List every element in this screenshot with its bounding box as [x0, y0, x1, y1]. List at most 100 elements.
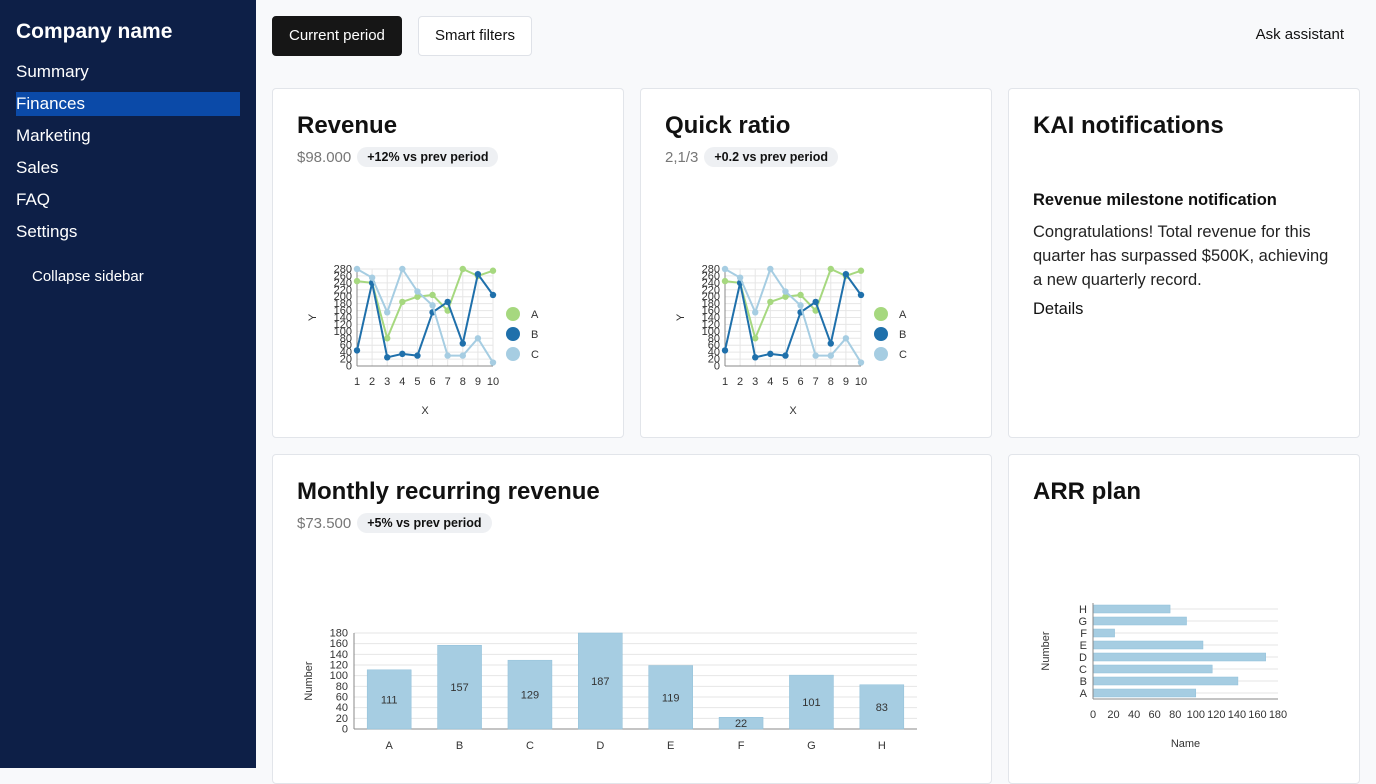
notifications-title: KAI notifications [1033, 112, 1224, 139]
revenue-line-chart: 0204060801001201401601802002202402602801… [307, 264, 539, 418]
sidebar-item-summary[interactable]: Summary [16, 60, 240, 84]
data-point-b [812, 298, 819, 306]
revenue-metric: $98.000 +12% vs prev period [297, 147, 599, 167]
bar-value-label: 119 [662, 692, 680, 704]
legend-label: B [531, 329, 538, 341]
x-tick-label: 60 [1149, 709, 1161, 721]
y-tick-label: 280 [702, 264, 720, 276]
quick-ratio-card: Quick ratio 2,1/3 +0.2 vs prev period 02… [640, 88, 992, 438]
x-tick-label: A [386, 740, 394, 752]
y-tick-label: 120 [330, 660, 348, 672]
x-tick-label: 7 [813, 376, 819, 388]
legend-marker-c [506, 347, 520, 361]
data-point-a [489, 267, 497, 274]
sidebar-item-marketing[interactable]: Marketing [16, 124, 240, 148]
x-tick-label: G [807, 740, 816, 752]
legend-label: C [531, 349, 539, 361]
bar [1092, 604, 1171, 614]
y-tick-label: 60 [336, 692, 348, 704]
data-point-b [842, 270, 850, 278]
y-tick-label: C [1079, 664, 1087, 676]
x-axis-label: Name [1171, 738, 1200, 750]
x-tick-label: 6 [797, 376, 803, 388]
notification-details-link[interactable]: Details [1033, 300, 1083, 319]
y-tick-label: 160 [330, 638, 348, 650]
data-point-c [444, 352, 451, 359]
notifications-card: KAI notifications Revenue milestone noti… [1008, 88, 1360, 438]
x-tick-label: 180 [1269, 709, 1287, 721]
data-point-a [857, 267, 865, 274]
y-tick-label: H [1079, 604, 1087, 616]
sidebar-nav: Summary Finances Marketing Sales FAQ Set… [16, 60, 240, 244]
x-tick-label: 4 [399, 376, 405, 388]
revenue-value: $98.000 [297, 148, 352, 166]
bar-value-label: 129 [521, 690, 539, 702]
x-tick-label: C [526, 740, 534, 752]
y-tick-label: D [1079, 652, 1087, 664]
x-tick-label: 3 [752, 376, 758, 388]
y-tick-label: 280 [334, 264, 352, 276]
data-point-b [474, 270, 482, 278]
quick-ratio-value: 2,1/3 [665, 148, 699, 166]
y-axis-label: Y [307, 313, 319, 321]
x-tick-label: 120 [1207, 709, 1225, 721]
legend-marker-b [506, 327, 520, 341]
data-point-b [782, 352, 789, 359]
sidebar-item-sales[interactable]: Sales [16, 156, 240, 180]
legend-label: A [531, 309, 539, 321]
data-point-a [827, 265, 834, 273]
data-point-b [857, 291, 865, 299]
revenue-title: Revenue [297, 112, 398, 139]
x-tick-label: 100 [1187, 709, 1205, 721]
arr-bar-chart: ABCDEFGH 0 20 40 60 80 100 120 140 160 180 Name Numb… [1040, 603, 1287, 750]
data-point-a [797, 291, 804, 299]
x-axis-label: X [789, 405, 797, 417]
data-point-b [399, 350, 406, 358]
data-point-b [827, 340, 834, 347]
data-point-a [721, 277, 729, 285]
mrr-metric: $73.500 +5% vs prev period [297, 513, 967, 533]
sidebar-item-faq[interactable]: FAQ [16, 188, 240, 212]
data-point-b [384, 354, 391, 361]
smart-filters-button[interactable]: Smart filters [418, 16, 533, 56]
ask-assistant-button[interactable]: Ask assistant [1240, 16, 1360, 56]
data-point-c [752, 309, 759, 316]
current-period-button[interactable]: Current period [272, 16, 402, 56]
data-point-c [842, 335, 850, 342]
bar [1092, 676, 1239, 686]
x-tick-label: 3 [384, 376, 390, 388]
bar-value-label: 187 [591, 676, 609, 688]
x-tick-label: 9 [843, 376, 849, 388]
y-tick-label: G [1078, 616, 1087, 628]
x-tick-label: 40 [1128, 709, 1140, 721]
data-point-c [736, 274, 744, 281]
data-point-c [353, 265, 361, 273]
data-point-c [812, 352, 819, 359]
mrr-card: Monthly recurring revenue $73.500 +5% vs… [272, 454, 992, 784]
sidebar-item-settings[interactable]: Settings [16, 220, 240, 244]
x-tick-label: 9 [475, 376, 481, 388]
sidebar: Company name Summary Finances Marketing … [0, 0, 256, 768]
data-point-c [489, 359, 497, 366]
sidebar-item-finances[interactable]: Finances [16, 92, 240, 116]
legend-marker-a [874, 307, 888, 321]
legend-label: B [899, 329, 906, 341]
bar [1092, 640, 1204, 650]
y-tick-label: 180 [330, 628, 348, 640]
data-point-c [797, 302, 804, 309]
x-tick-label: 5 [782, 376, 788, 388]
data-point-b [752, 354, 759, 361]
legend-marker-b [874, 327, 888, 341]
mrr-title: Monthly recurring revenue [297, 478, 600, 505]
x-axis-label: X [421, 405, 429, 417]
x-tick-label: F [738, 740, 745, 752]
x-tick-label: 10 [855, 376, 867, 388]
revenue-change-badge: +12% vs prev period [357, 147, 499, 167]
bar [1092, 652, 1266, 662]
y-tick-label: A [1080, 688, 1088, 700]
data-point-c [474, 335, 482, 342]
data-point-b [444, 298, 451, 306]
data-point-b [489, 291, 497, 299]
collapse-sidebar-button[interactable]: Collapse sidebar [32, 268, 240, 285]
y-tick-label: 20 [336, 713, 348, 725]
